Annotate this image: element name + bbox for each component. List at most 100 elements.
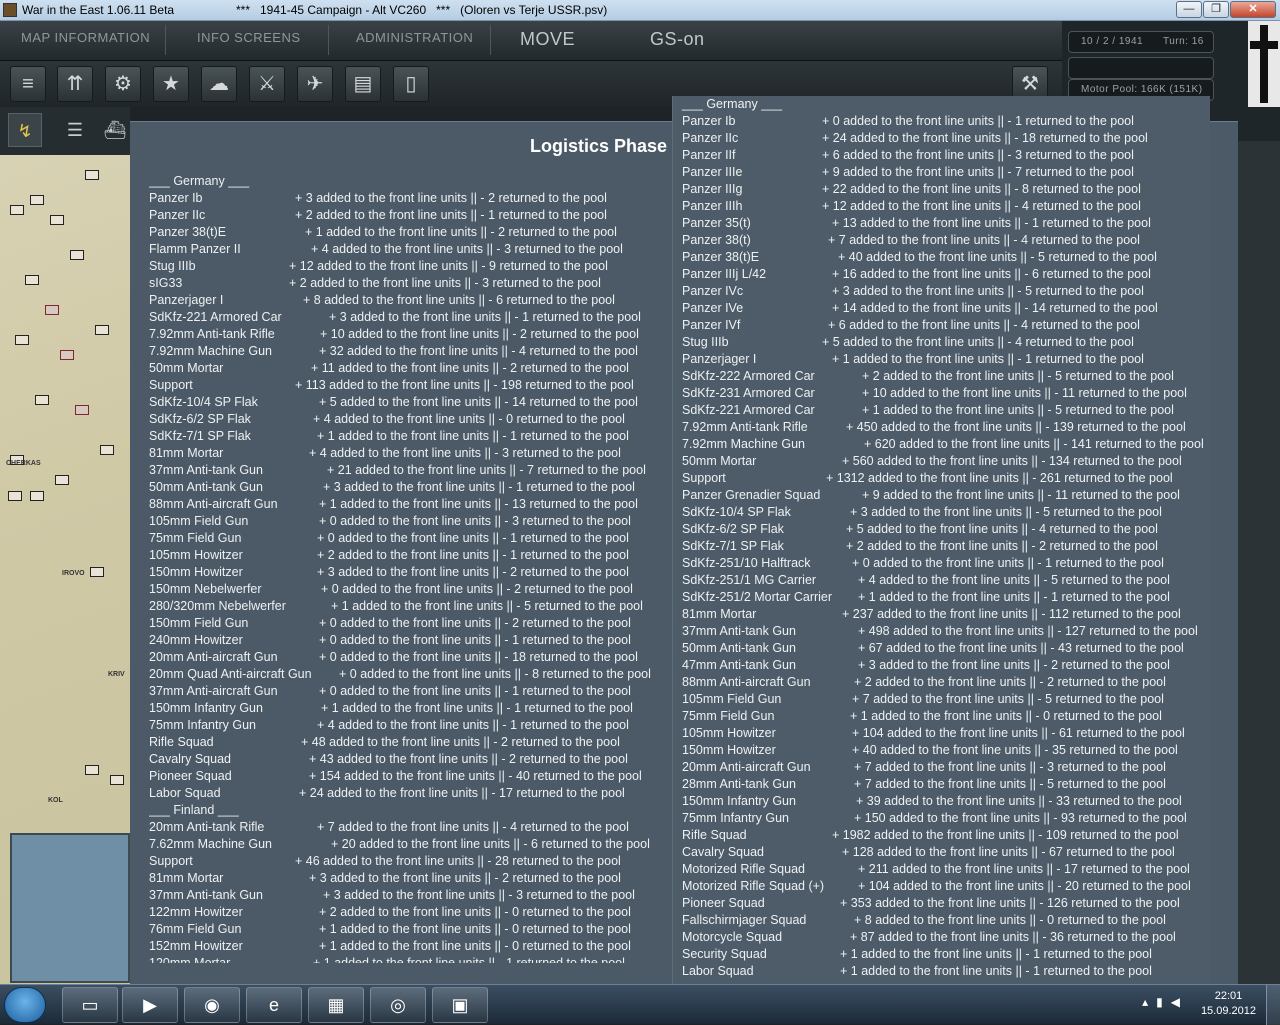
map-unit[interactable] bbox=[85, 170, 99, 180]
replacement-summary: + 2 added to the front line units || - 5… bbox=[862, 369, 1174, 383]
equipment-row: 50mm Anti-tank Gun + 67 added to the fron… bbox=[682, 640, 1210, 657]
equipment-name: 47mm Anti-tank Gun bbox=[682, 658, 796, 672]
taskbar-clock[interactable]: 22:01 15.09.2012 bbox=[1201, 989, 1256, 1019]
star-icon[interactable]: ★ bbox=[153, 66, 189, 102]
equipment-row: 20mm Quad Anti-aircraft Gun + 0 added to … bbox=[149, 666, 689, 683]
hp-taskbar-icon[interactable]: ◉ bbox=[184, 987, 240, 1023]
movement-mode-icon[interactable]: ↯ bbox=[8, 113, 42, 147]
equipment-name: 105mm Howitzer bbox=[682, 726, 776, 740]
map-unit[interactable] bbox=[70, 250, 84, 260]
equipment-row: Panzerjager I + 8 added to the front line… bbox=[149, 292, 689, 309]
equipment-row: Cavalry Squad + 43 added to the front lin… bbox=[149, 751, 689, 768]
map-unit[interactable] bbox=[30, 491, 44, 501]
combat-icon[interactable]: ⚔ bbox=[249, 66, 285, 102]
tab-map-information[interactable]: MAP INFORMATION bbox=[21, 30, 150, 54]
equipment-row: Support + 1312 added to the front line un… bbox=[682, 470, 1210, 487]
settings-gear-icon[interactable]: ⚙ bbox=[105, 66, 141, 102]
replacement-summary: + 21 added to the front line units || - … bbox=[327, 463, 646, 477]
window-titlebar: War in the East 1.06.11 Beta *** 1941-45… bbox=[0, 0, 1280, 21]
equipment-row: Panzer IVc + 3 added to the front line un… bbox=[682, 283, 1210, 300]
map-unit[interactable] bbox=[8, 491, 22, 501]
fuel-icon[interactable]: ▯ bbox=[393, 66, 429, 102]
map-unit[interactable] bbox=[25, 275, 39, 285]
equipment-row: 150mm Infantry Gun + 1 added to the front… bbox=[149, 700, 689, 717]
minimap[interactable] bbox=[10, 833, 130, 983]
rail-mode-icon[interactable]: ☰ bbox=[58, 113, 92, 147]
equipment-row: Cavalry Squad + 128 added to the front li… bbox=[682, 844, 1210, 861]
replacement-summary: + 12 added to the front line units || - … bbox=[822, 199, 1141, 213]
equipment-name: Labor Squad bbox=[682, 964, 754, 978]
show-desktop-button[interactable] bbox=[1266, 985, 1280, 1025]
map-unit[interactable] bbox=[95, 325, 109, 335]
equipment-name: Panzer IVf bbox=[682, 318, 741, 332]
media-player-taskbar-icon[interactable]: ▶ bbox=[122, 987, 178, 1023]
move-mode-button[interactable]: MOVE bbox=[520, 29, 575, 50]
equipment-row: Flamm Panzer II + 4 added to the front li… bbox=[149, 241, 689, 258]
replacement-summary: + 0 added to the front line units || - 1… bbox=[319, 650, 638, 664]
equipment-row: Security Squad + 1 added to the front lin… bbox=[682, 946, 1210, 963]
gs-toggle-button[interactable]: GS-on bbox=[650, 29, 705, 50]
map-unit[interactable] bbox=[75, 405, 89, 415]
tab-info-screens[interactable]: INFO SCREENS bbox=[197, 30, 301, 54]
internet-explorer-taskbar-icon[interactable]: e bbox=[246, 987, 302, 1023]
replacement-summary: + 16 added to the front line units || - … bbox=[832, 267, 1151, 281]
equipment-row: SdKfz-6/2 SP Flak + 4 added to the front … bbox=[149, 411, 689, 428]
naval-mode-icon[interactable]: ⛴ bbox=[98, 113, 132, 147]
equipment-name: SdKfz-251/2 Mortar Carrier bbox=[682, 590, 833, 604]
map-unit[interactable] bbox=[10, 205, 24, 215]
equipment-row: 47mm Anti-tank Gun + 3 added to the front… bbox=[682, 657, 1210, 674]
equipment-name: Panzer 35(t) bbox=[682, 216, 751, 230]
minimize-button[interactable]: — bbox=[1176, 1, 1202, 18]
dialog-title: Logistics Phase I bbox=[530, 136, 678, 156]
equipment-row: 7.92mm Machine Gun + 620 added to the fro… bbox=[682, 436, 1210, 453]
formation-icon[interactable]: ⇈ bbox=[57, 66, 93, 102]
map-unit[interactable] bbox=[45, 305, 59, 315]
equipment-row: 120mm Mortar + 1 added to the front line … bbox=[149, 955, 689, 963]
equipment-name: 50mm Mortar bbox=[149, 361, 224, 375]
map-unit[interactable] bbox=[30, 195, 44, 205]
unit-list-icon[interactable]: ≡ bbox=[10, 66, 46, 102]
replacement-summary: + 211 added to the front line units || -… bbox=[858, 862, 1190, 876]
map-unit[interactable] bbox=[50, 215, 64, 225]
supply-icon[interactable]: ▤ bbox=[345, 66, 381, 102]
replacement-summary: + 1 added to the front line units || - 1… bbox=[832, 352, 1144, 366]
clock-time: 22:01 bbox=[1214, 990, 1243, 1002]
equipment-name: SdKfz-231 Armored Car bbox=[682, 386, 815, 400]
replacement-summary: + 11 added to the front line units || - … bbox=[311, 361, 629, 375]
equipment-name: 75mm Field Gun bbox=[682, 709, 775, 723]
close-button[interactable]: ✕ bbox=[1230, 1, 1276, 18]
explorer-taskbar-icon[interactable]: ▭ bbox=[62, 987, 118, 1023]
tab-administration[interactable]: ADMINISTRATION bbox=[356, 30, 473, 54]
windows-taskbar: ▭ ▶ ◉ e ▦ ◎ ▣ ▴▮◀ 22:01 15.09.2012 bbox=[0, 984, 1280, 1025]
equipment-row: 28mm Anti-tank Gun + 7 added to the front… bbox=[682, 776, 1210, 793]
equipment-row: Panzer IIf + 6 added to the front line un… bbox=[682, 147, 1210, 164]
map-city-label: KRIV bbox=[108, 671, 125, 678]
replacement-summary: + 40 added to the front line units || - … bbox=[838, 250, 1157, 264]
map-unit[interactable] bbox=[15, 335, 29, 345]
game-taskbar-icon[interactable]: ▣ bbox=[432, 987, 488, 1023]
equipment-name: Stug IIIb bbox=[682, 335, 729, 349]
map-unit[interactable] bbox=[35, 395, 49, 405]
map-unit[interactable] bbox=[60, 350, 74, 360]
map-unit[interactable] bbox=[100, 445, 114, 455]
spotify-taskbar-icon[interactable]: ◎ bbox=[370, 987, 426, 1023]
equipment-name: SdKfz-221 Armored Car bbox=[682, 403, 815, 417]
logistics-list-left: ___ Germany ___ Panzer Ib + 3 added to the… bbox=[149, 173, 689, 963]
weather-icon[interactable]: ☁ bbox=[201, 66, 237, 102]
replacement-summary: + 104 added to the front line units || -… bbox=[852, 726, 1185, 740]
map-unit[interactable] bbox=[110, 775, 124, 785]
system-tray[interactable]: ▴▮◀ bbox=[1142, 995, 1188, 1009]
equipment-name: Panzer Grenadier Squad bbox=[682, 488, 821, 502]
sticky-notes-taskbar-icon[interactable]: ▦ bbox=[308, 987, 364, 1023]
equipment-name: 152mm Howitzer bbox=[149, 939, 243, 953]
equipment-name: 75mm Infantry Gun bbox=[149, 718, 256, 732]
equipment-row: 20mm Anti-tank Rifle + 7 added to the fro… bbox=[149, 819, 689, 836]
air-icon[interactable]: ✈ bbox=[297, 66, 333, 102]
map-unit[interactable] bbox=[55, 475, 69, 485]
map-unit[interactable] bbox=[85, 765, 99, 775]
start-button[interactable] bbox=[4, 987, 46, 1023]
maximize-button[interactable]: ❐ bbox=[1203, 1, 1229, 18]
equipment-name: 81mm Mortar bbox=[149, 446, 224, 460]
replacement-summary: + 46 added to the front line units || - … bbox=[295, 854, 621, 868]
map-unit[interactable] bbox=[90, 567, 104, 577]
